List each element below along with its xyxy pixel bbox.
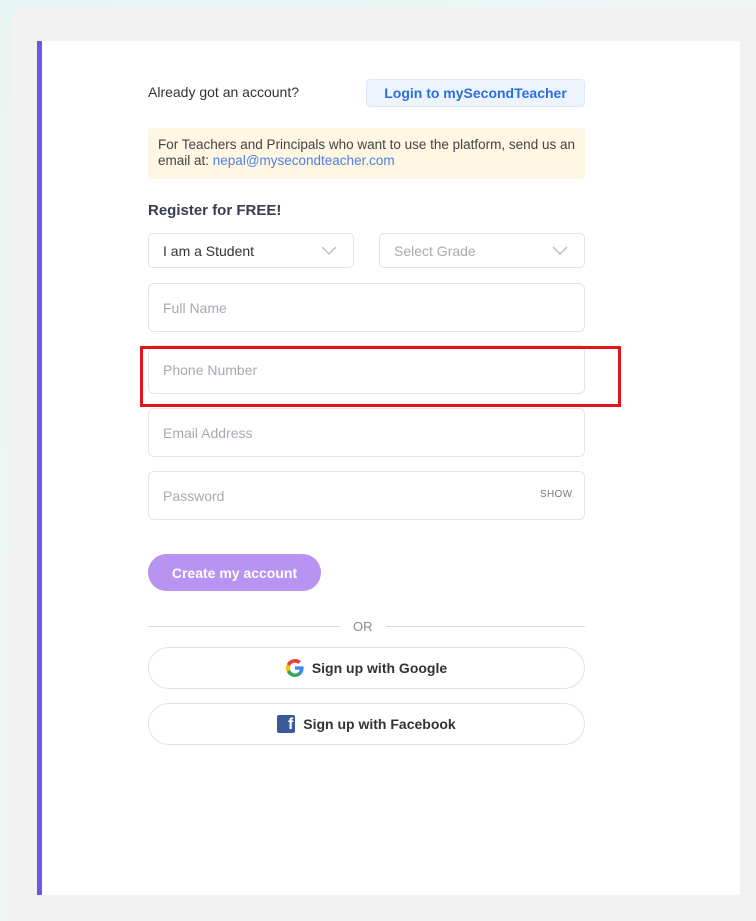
create-account-button[interactable]: Create my account bbox=[148, 554, 321, 591]
or-label: OR bbox=[353, 619, 373, 634]
password-input[interactable] bbox=[148, 471, 585, 520]
email-address-input[interactable] bbox=[148, 408, 585, 457]
or-divider-right bbox=[386, 626, 585, 627]
phone-number-input[interactable] bbox=[148, 345, 585, 394]
google-icon bbox=[285, 659, 304, 677]
info-email-link[interactable]: nepal@mysecondteacher.com bbox=[213, 153, 395, 168]
facebook-icon: f bbox=[277, 715, 296, 733]
teacher-info-banner: For Teachers and Principals who want to … bbox=[148, 128, 585, 179]
google-signup-button[interactable]: Sign up with Google bbox=[148, 647, 585, 689]
login-prompt: Already got an account? bbox=[148, 84, 299, 100]
role-select[interactable]: I am a Student bbox=[148, 233, 354, 268]
google-signup-label: Sign up with Google bbox=[311, 660, 448, 676]
facebook-signup-label: Sign up with Facebook bbox=[303, 716, 456, 732]
login-button[interactable]: Login to mySecondTeacher bbox=[366, 79, 585, 107]
role-select-value: I am a Student bbox=[163, 242, 255, 259]
or-divider-left bbox=[148, 626, 340, 627]
show-password-toggle[interactable]: SHOW bbox=[540, 489, 572, 500]
grade-select[interactable]: Select Grade bbox=[379, 233, 585, 268]
chevron-down-icon bbox=[321, 245, 337, 255]
full-name-input[interactable] bbox=[148, 283, 585, 332]
register-title: Register for FREE! bbox=[148, 202, 282, 219]
chevron-down-icon bbox=[552, 245, 568, 255]
grade-select-value: Select Grade bbox=[394, 242, 476, 259]
facebook-signup-button[interactable]: f Sign up with Facebook bbox=[148, 703, 585, 745]
